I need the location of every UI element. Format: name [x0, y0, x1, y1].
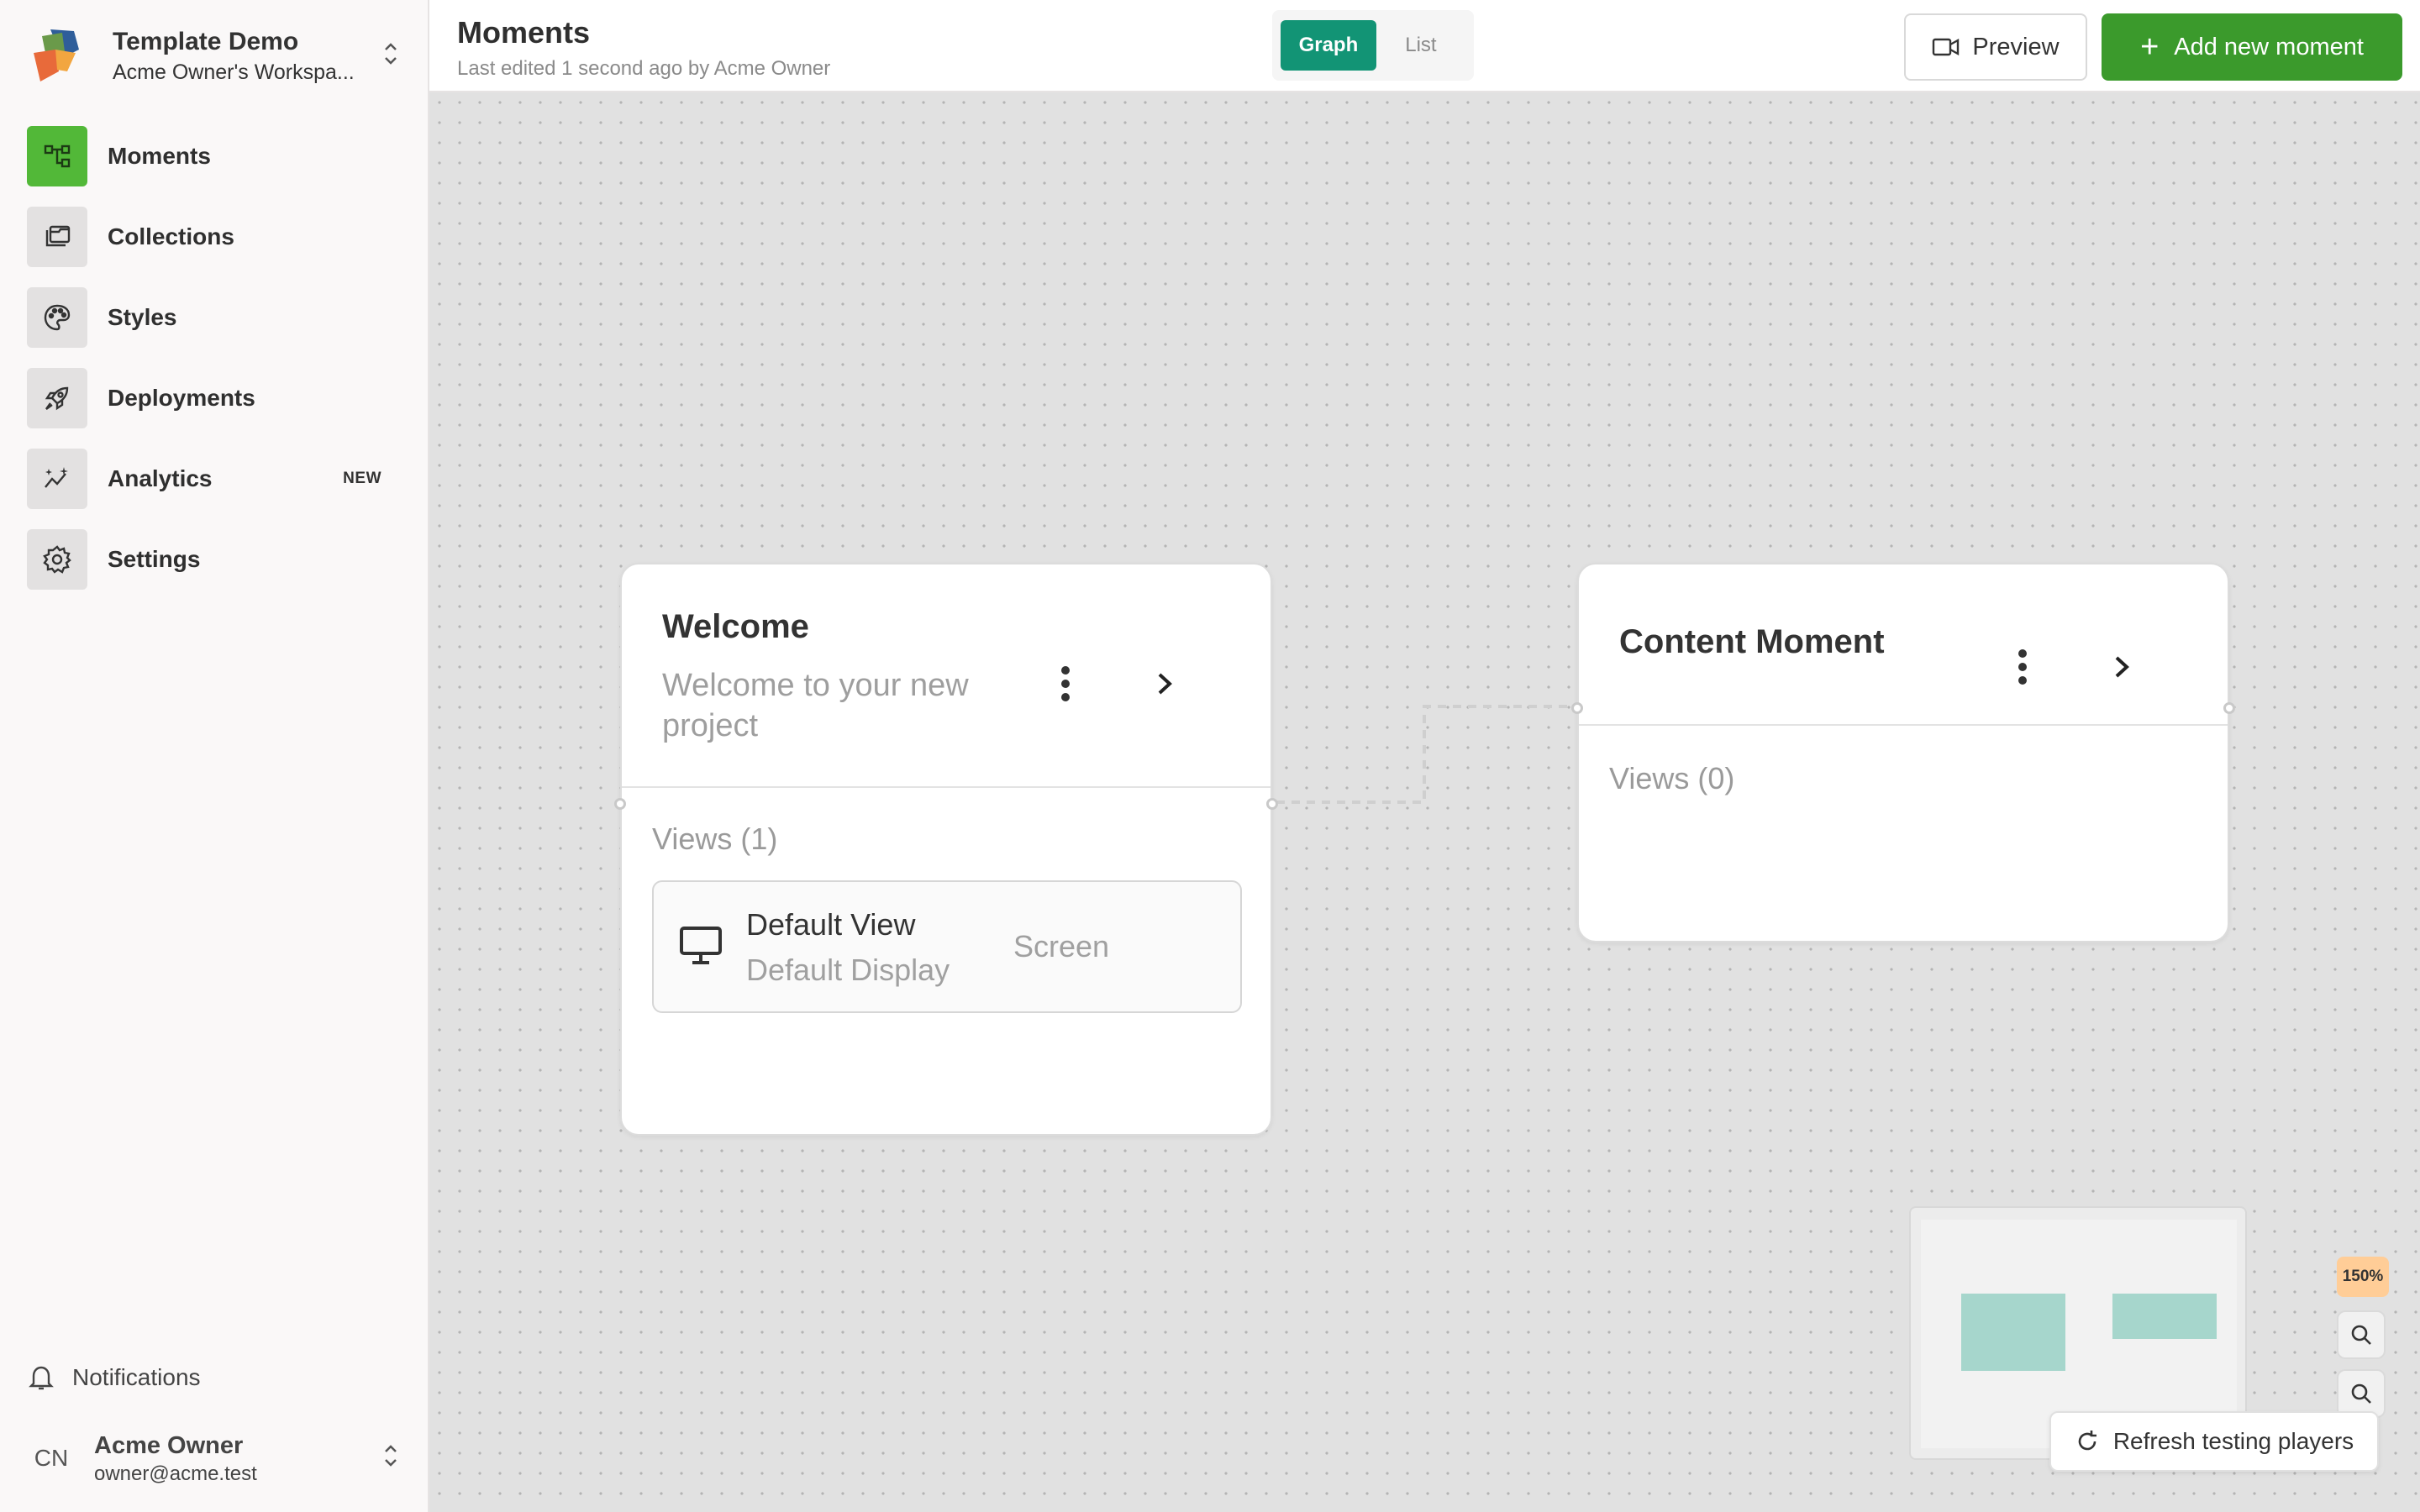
refresh-label: Refresh testing players [2112, 1428, 2354, 1454]
toggle-list[interactable]: List [1376, 20, 1465, 71]
magnifier-icon [2351, 1325, 2371, 1345]
add-moment-button[interactable]: + Add new moment [2102, 13, 2402, 81]
sidebar-item-label: Deployments [108, 385, 255, 411]
view-name: Default View [746, 907, 916, 942]
input-handle[interactable] [1571, 702, 1583, 714]
minimap-node [2112, 1294, 2217, 1339]
page-title: Moments [457, 15, 591, 50]
output-handle[interactable] [1266, 798, 1278, 810]
graph-icon [27, 126, 87, 186]
user-name: Acme Owner [94, 1432, 244, 1459]
video-camera-icon [1933, 38, 1960, 56]
moment-card-welcome[interactable]: Welcome Welcome to your new project View… [614, 563, 1278, 1136]
monitor-icon [679, 926, 723, 970]
last-edited-text: Last edited 1 second ago by Acme Owner [457, 57, 831, 80]
toggle-graph[interactable]: Graph [1281, 20, 1376, 71]
app-logo [25, 24, 89, 88]
avatar: CN [34, 1445, 69, 1471]
zoom-controls: 150% [2337, 1257, 2397, 1428]
sidebar: Template Demo Acme Owner's Workspa... Mo… [0, 0, 429, 1512]
notifications-link[interactable]: Notifications [29, 1364, 201, 1391]
refresh-testing-players-button[interactable]: Refresh testing players [2049, 1411, 2379, 1472]
view-type: Screen [1013, 929, 1110, 963]
plus-icon: + [2140, 29, 2160, 65]
sidebar-item-label: Analytics [108, 465, 213, 491]
view-toggle: Graph List [1272, 10, 1474, 81]
collections-icon [27, 207, 87, 267]
sidebar-item-label: Moments [108, 143, 211, 169]
chevron-right-icon[interactable] [1148, 659, 1181, 709]
preview-label: Preview [1972, 33, 2060, 60]
sidebar-item-collections[interactable]: Collections [27, 207, 397, 267]
gear-icon [27, 529, 87, 590]
notifications-label: Notifications [72, 1364, 201, 1390]
sidebar-item-label: Settings [108, 546, 201, 572]
magnifier-icon [2351, 1383, 2371, 1404]
zoom-level: 150% [2337, 1257, 2389, 1297]
preview-button[interactable]: Preview [1904, 13, 2087, 81]
sidebar-item-label: Collections [108, 223, 234, 249]
sidebar-item-settings[interactable]: Settings [27, 529, 397, 590]
input-handle[interactable] [614, 798, 626, 810]
sidebar-item-deployments[interactable]: Deployments [27, 368, 397, 428]
output-handle[interactable] [2223, 702, 2235, 714]
user-email: owner@acme.test [94, 1462, 257, 1485]
chevron-updown-icon[interactable] [378, 1441, 403, 1475]
moment-title: Content Moment [1619, 623, 1885, 660]
more-options-icon[interactable] [2006, 642, 2039, 692]
palette-icon [27, 287, 87, 348]
views-count: Views (1) [652, 822, 778, 856]
add-moment-label: Add new moment [2174, 33, 2364, 60]
view-display: Default Display [746, 953, 950, 987]
graph-canvas[interactable]: Welcome Welcome to your new project View… [429, 92, 2420, 1512]
user-menu[interactable]: CN Acme Owner owner@acme.test [25, 1425, 403, 1492]
view-item[interactable]: Default View Default Display Screen [652, 880, 1242, 1013]
views-count: Views (0) [1609, 761, 1735, 795]
sidebar-item-styles[interactable]: Styles [27, 287, 397, 348]
rocket-icon [27, 368, 87, 428]
workspace-title: Template Demo [113, 28, 299, 55]
bell-icon [29, 1366, 54, 1390]
chevron-updown-icon[interactable] [378, 39, 403, 73]
zoom-in-button[interactable] [2337, 1310, 2386, 1359]
refresh-icon [2078, 1431, 2096, 1451]
top-header: Moments Last edited 1 second ago by Acme… [429, 0, 2420, 92]
more-options-icon[interactable] [1049, 659, 1082, 709]
sparkle-chart-icon [27, 449, 87, 509]
sidebar-item-analytics[interactable]: Analytics NEW [27, 449, 397, 509]
sidebar-item-label: Styles [108, 304, 177, 330]
workspace-switcher[interactable]: Template Demo Acme Owner's Workspa... [25, 18, 403, 94]
minimap-node [1961, 1294, 2065, 1371]
sidebar-nav: Moments Collections Styles Deployments A… [27, 126, 397, 610]
moment-title: Welcome [662, 608, 809, 645]
chevron-right-icon[interactable] [2105, 642, 2139, 692]
sidebar-item-moments[interactable]: Moments [27, 126, 397, 186]
workspace-subtitle: Acme Owner's Workspa... [113, 60, 355, 84]
moment-description: Welcome to your new project [662, 668, 969, 743]
new-badge: NEW [343, 470, 381, 487]
moment-card-content[interactable]: Content Moment Views (0) [1571, 563, 2235, 942]
